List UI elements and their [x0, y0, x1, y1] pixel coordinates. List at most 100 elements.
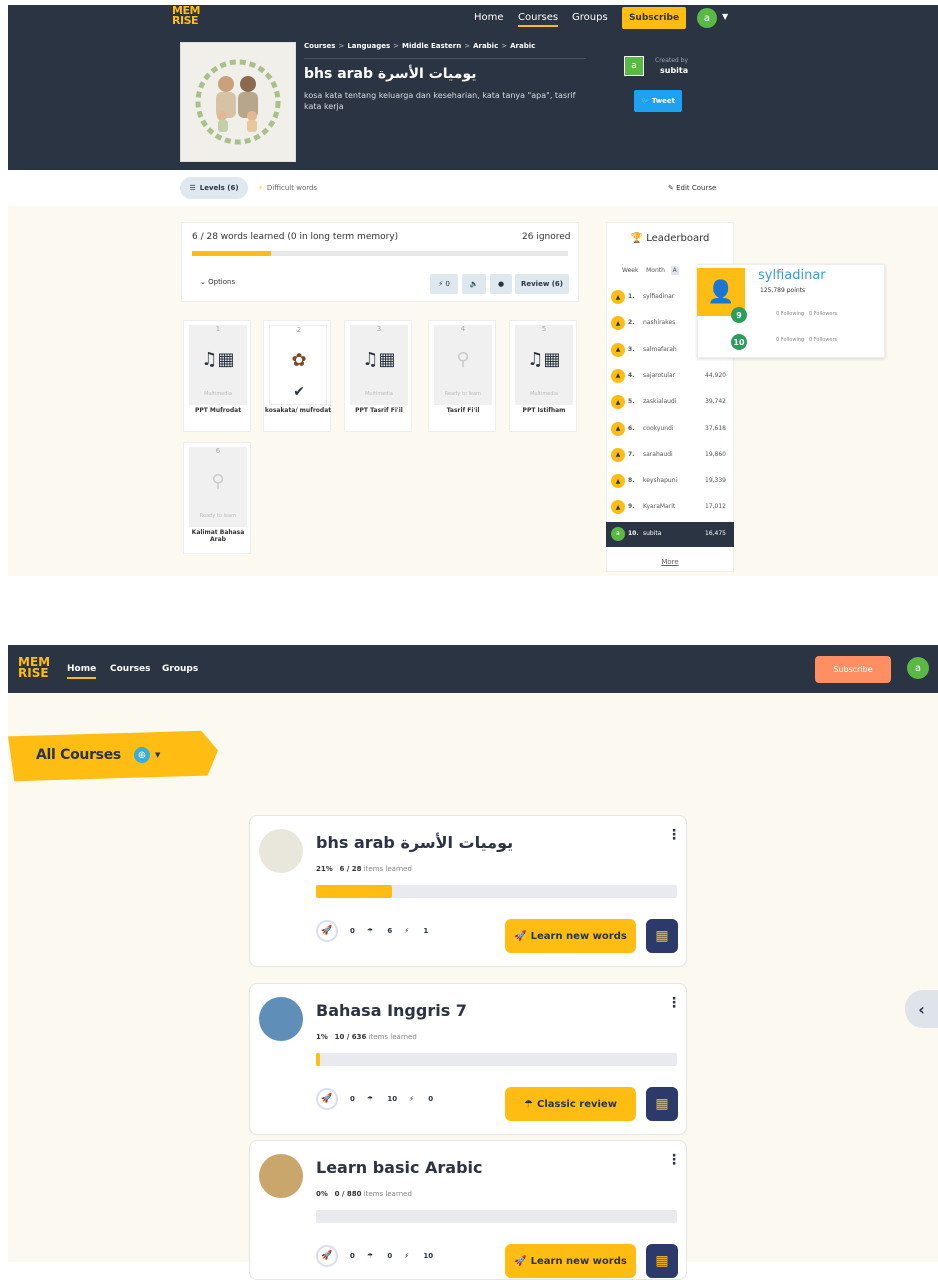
- tab-levels[interactable]: ☰ Levels (6): [180, 177, 248, 199]
- course-thumbnail[interactable]: [259, 1154, 303, 1198]
- breadcrumb-arabic[interactable]: Arabic: [473, 42, 498, 50]
- tab-difficult-words[interactable]: ⚡ Difficult words: [258, 184, 317, 192]
- audio-mode-button[interactable]: 🔈: [462, 274, 486, 294]
- creator-avatar[interactable]: a: [624, 56, 644, 76]
- more-options-icon[interactable]: ⋮: [667, 827, 681, 843]
- tab-week[interactable]: Week: [622, 267, 638, 274]
- nav-courses[interactable]: Courses: [110, 664, 150, 674]
- username[interactable]: cookyundi: [643, 425, 674, 432]
- username[interactable]: zaskialaudi: [643, 398, 676, 405]
- username[interactable]: salmafarah: [643, 346, 677, 353]
- breadcrumb-arabic-2[interactable]: Arabic: [510, 42, 535, 50]
- course-thumbnail[interactable]: [259, 997, 303, 1041]
- avatar[interactable]: a: [907, 657, 929, 679]
- collapse-sidebar-button[interactable]: ‹: [905, 990, 938, 1028]
- level-card-6[interactable]: 6 ⚲ Ready to learn Kalimat Bahasa Arab: [183, 442, 251, 554]
- follow-stats: 0 Following 0 Followers: [776, 337, 838, 343]
- username[interactable]: nashirakes: [643, 319, 675, 326]
- tab-all-time[interactable]: A: [670, 266, 679, 275]
- level-card-1[interactable]: 1 ♫▦ Multimedia PPT Mufrodat: [183, 320, 251, 432]
- options-toggle[interactable]: ⌄ Options: [200, 278, 235, 286]
- globe-icon[interactable]: ⊕: [134, 747, 150, 763]
- breadcrumb-middle-eastern[interactable]: Middle Eastern: [402, 42, 461, 50]
- rank: 4.: [628, 371, 635, 379]
- breadcrumb-languages[interactable]: Languages: [347, 42, 390, 50]
- edit-course-link[interactable]: ✎ Edit Course: [668, 184, 716, 192]
- leaderboard-more-link[interactable]: More: [606, 558, 734, 566]
- nav-home[interactable]: Home: [67, 664, 97, 679]
- avatar[interactable]: a: [697, 8, 717, 28]
- rank-badge-icon: ▲: [611, 342, 625, 357]
- grid-icon: ▦: [655, 928, 669, 944]
- leaderboard-row[interactable]: ▲ 4. sajarotular 44,920: [606, 364, 734, 389]
- leaderboard-row[interactable]: ▲ 8. keyshapuni 19,339: [606, 469, 734, 494]
- course-progress-bar: [316, 885, 677, 898]
- points: 39,742: [705, 398, 726, 406]
- course-menu-button[interactable]: ▦: [646, 1087, 678, 1121]
- rank-badge-icon: ▲: [611, 500, 625, 515]
- breadcrumb-courses[interactable]: Courses: [304, 42, 335, 50]
- course-action-button[interactable]: ☂ Classic review: [505, 1087, 636, 1121]
- course-title[interactable]: bhs arab يوميات الأسرة: [316, 833, 513, 852]
- tab-month[interactable]: Month: [646, 267, 665, 274]
- username[interactable]: subita: [643, 530, 661, 537]
- level-card-4[interactable]: 4 ⚲ Ready to learn Tasrif Fi'il: [428, 320, 496, 432]
- rank: 6.: [628, 424, 635, 432]
- memrise-logo[interactable]: MEM RISE: [18, 656, 50, 679]
- creator-name[interactable]: subita: [660, 66, 688, 75]
- rocket-icon: 🚀: [316, 920, 338, 942]
- leaderboard-row[interactable]: ▲ 6. cookyundi 37,618: [606, 417, 734, 442]
- level-card-5[interactable]: 5 ♫▦ Multimedia PPT Istifham: [509, 320, 577, 432]
- level-name: PPT Istifham: [522, 407, 566, 414]
- rank: 3.: [628, 345, 635, 353]
- subscribe-button[interactable]: Subscribe: [815, 656, 891, 683]
- tweet-button[interactable]: 🐦 Tweet: [634, 90, 682, 112]
- difficult-count-button[interactable]: ⚡ 0: [430, 274, 458, 294]
- course-action-button[interactable]: 🚀 Learn new words: [505, 919, 636, 953]
- memrise-logo[interactable]: MEM RISE: [172, 5, 200, 26]
- course-progress-bar: [192, 251, 568, 256]
- username[interactable]: sylfiadinar: [643, 293, 674, 300]
- course-title[interactable]: Learn basic Arabic: [316, 1158, 483, 1177]
- rocket-icon: 🚀: [316, 1245, 338, 1267]
- course-thumbnail[interactable]: [259, 829, 303, 873]
- popup-username[interactable]: sylfiadinar: [758, 268, 826, 283]
- leaderboard-row[interactable]: a 10. subita 16,475: [606, 521, 734, 547]
- family-illustration-icon: [195, 59, 281, 145]
- ignored-count[interactable]: 26 ignored: [522, 232, 571, 242]
- leaderboard-tabs: Week Month A: [622, 266, 679, 275]
- nav-groups[interactable]: Groups: [572, 12, 608, 23]
- nav-home[interactable]: Home: [474, 12, 504, 23]
- course-menu-button[interactable]: ▦: [646, 1244, 678, 1278]
- chevron-down-icon[interactable]: ▼: [722, 12, 728, 21]
- chevron-left-icon: ‹: [918, 999, 925, 1019]
- video-mode-button[interactable]: ●: [490, 274, 512, 294]
- subscribe-button[interactable]: Subscribe: [622, 7, 686, 29]
- checkmark-icon: ✔: [293, 384, 305, 400]
- username[interactable]: sarahaudi: [643, 451, 673, 458]
- all-courses-heading[interactable]: All Courses: [36, 747, 121, 763]
- multimedia-icon: ♫▦: [201, 349, 235, 370]
- course-stats: 0% 0 / 880 items learned: [316, 1190, 412, 1198]
- level-name: PPT Mufrodat: [194, 407, 242, 414]
- leaderboard-row[interactable]: ▲ 7. sarahaudi 19,860: [606, 443, 734, 468]
- course-action-button[interactable]: 🚀 Learn new words: [505, 1244, 636, 1278]
- more-options-icon[interactable]: ⋮: [667, 1152, 681, 1168]
- username[interactable]: KyaraMarit: [643, 503, 675, 510]
- username[interactable]: keyshapuni: [643, 477, 677, 484]
- leaderboard-row[interactable]: ▲ 9. KyaraMarit 17,012: [606, 495, 734, 520]
- chevron-down-icon[interactable]: ▼: [155, 751, 160, 759]
- more-options-icon[interactable]: ⋮: [667, 995, 681, 1011]
- course-progress-fill: [316, 885, 392, 898]
- rank-badge-icon: ▲: [611, 290, 625, 304]
- level-card-2[interactable]: 2 ✿ ✔ kosakata/ mufrodat: [263, 320, 331, 432]
- nav-courses[interactable]: Courses: [518, 12, 559, 27]
- review-button[interactable]: Review (6): [515, 274, 569, 294]
- nav-groups[interactable]: Groups: [162, 664, 198, 674]
- course-title[interactable]: Bahasa Inggris 7: [316, 1001, 467, 1020]
- level-card-3[interactable]: 3 ♫▦ Multimedia PPT Tasrif Fi'il: [344, 320, 412, 432]
- course-menu-button[interactable]: ▦: [646, 919, 678, 953]
- rank: 2.: [628, 319, 635, 327]
- username[interactable]: sajarotular: [643, 372, 675, 379]
- leaderboard-row[interactable]: ▲ 5. zaskialaudi 39,742: [606, 390, 734, 415]
